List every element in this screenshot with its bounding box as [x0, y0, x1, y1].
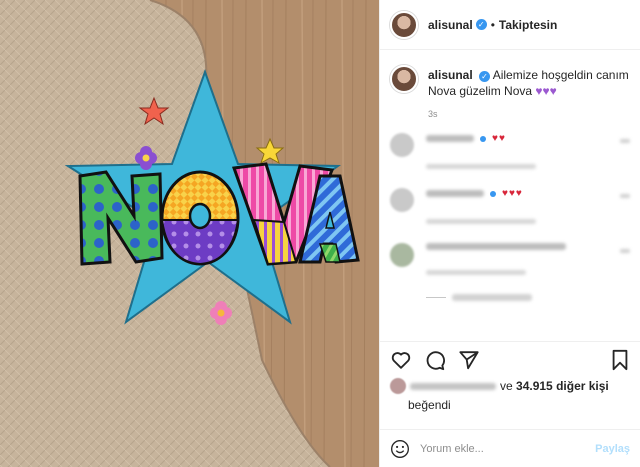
blurred-meta — [426, 164, 536, 169]
liked-text: beğendi — [408, 398, 451, 412]
verified-icon — [490, 190, 496, 197]
likes-summary: ve 34.915 diğer kişi — [390, 378, 630, 394]
avatar[interactable] — [390, 188, 414, 212]
post-sidebar: alisunal ✓ • Takiptesin alisunal ✓ Ailem… — [379, 0, 640, 467]
comment-input[interactable] — [420, 442, 596, 455]
verified-icon: ✓ — [475, 19, 487, 30]
comment-icon[interactable] — [424, 349, 446, 371]
separator-dot: • — [490, 17, 495, 32]
verified-icon: ✓ — [479, 71, 491, 82]
emoji-icon[interactable] — [390, 439, 410, 459]
heart-icon[interactable] — [620, 249, 630, 253]
post-header: alisunal ✓ • Takiptesin — [380, 0, 640, 50]
blurred-meta — [426, 219, 536, 224]
caption: alisunal ✓ Ailemize hoşgeldin canım Nova… — [390, 65, 630, 99]
blurred-username[interactable] — [410, 382, 496, 390]
blurred-username[interactable] — [426, 190, 484, 197]
letter-o: O — [160, 170, 240, 266]
send-icon[interactable] — [458, 349, 480, 371]
comments-section[interactable]: alisunal ✓ Ailemize hoşgeldin canım Nova… — [380, 51, 640, 341]
post-image[interactable]: N O V A — [0, 0, 379, 467]
avatar[interactable] — [390, 65, 418, 93]
post-actions: ve 34.915 diğer kişi beğendi — [380, 341, 640, 412]
verified-icon — [480, 135, 486, 142]
caption-hearts: ♥♥♥ — [535, 84, 557, 98]
comment-hearts: ♥♥ — [492, 133, 506, 144]
post-time[interactable]: 3s — [428, 109, 630, 119]
bookmark-icon[interactable] — [610, 349, 630, 371]
avatar[interactable] — [390, 133, 414, 157]
nova-artwork: N O V A — [0, 0, 379, 467]
likes-count[interactable]: 34.915 diğer kişi — [516, 379, 609, 393]
likes-connector: ve — [500, 379, 513, 393]
share-button[interactable]: Paylaş — [595, 443, 630, 455]
instagram-post: N O V A alisunal ✓ • Takiptesin alisunal… — [0, 0, 640, 467]
comment-row — [390, 243, 630, 280]
view-replies[interactable] — [426, 294, 630, 301]
blurred-comment — [426, 243, 566, 250]
comment-row: ♥♥♥ — [390, 188, 630, 229]
follow-status[interactable]: Takiptesin — [499, 18, 557, 32]
avatar[interactable] — [390, 378, 406, 394]
caption-username[interactable]: alisunal — [428, 68, 473, 82]
avatar[interactable] — [390, 10, 418, 39]
avatar[interactable] — [390, 243, 414, 267]
heart-icon[interactable] — [620, 194, 630, 198]
heart-icon[interactable] — [620, 139, 630, 143]
comment-composer: Paylaş — [380, 429, 640, 467]
comment-row: ♥♥ — [390, 133, 630, 174]
username[interactable]: alisunal — [428, 18, 473, 32]
blurred-username[interactable] — [426, 135, 474, 142]
blurred-meta — [426, 270, 526, 275]
heart-icon[interactable] — [390, 349, 412, 371]
comment-hearts: ♥♥♥ — [502, 188, 523, 199]
